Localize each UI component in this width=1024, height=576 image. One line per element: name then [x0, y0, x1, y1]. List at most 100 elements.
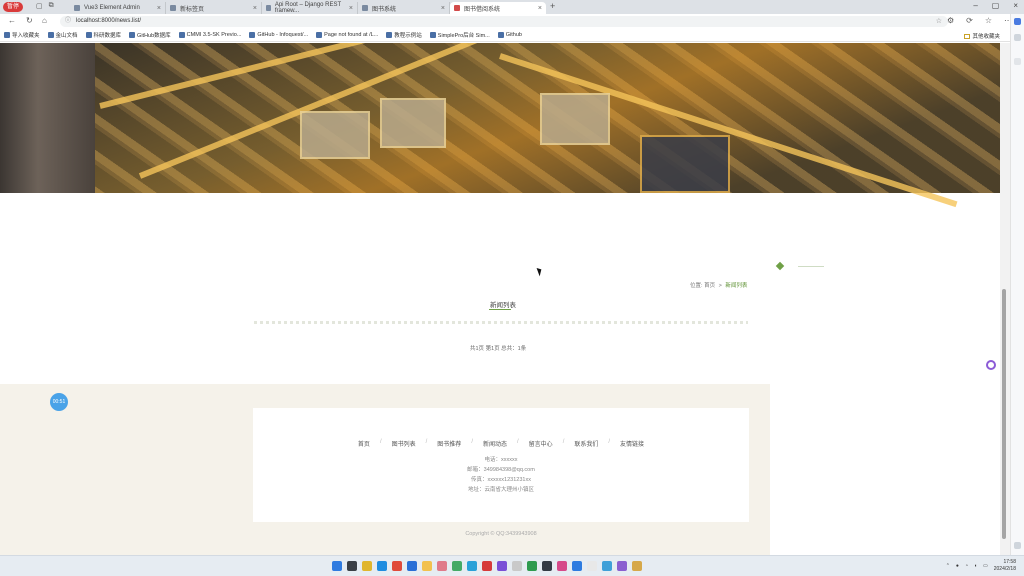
- file-explorer-icon[interactable]: [422, 561, 432, 571]
- tab-close-icon[interactable]: ×: [157, 5, 161, 12]
- browser-sidebar: [1010, 14, 1024, 555]
- navigation-bar: ← ↻ ⌂ ⓘ localhost:8000/news.list/ ☆ ⚙ ⟳ …: [0, 14, 1024, 29]
- new-tab-button[interactable]: +: [550, 1, 555, 11]
- timer-badge[interactable]: 00:51: [50, 393, 68, 411]
- terminal-icon[interactable]: [542, 561, 552, 571]
- bookmark-item[interactable]: Github: [497, 32, 522, 38]
- app-icon[interactable]: [437, 561, 447, 571]
- os-taskbar: ⌃ ● ◔ ◖ ▭ 17:58 2024/2/18: [0, 555, 1024, 576]
- app-icon[interactable]: [527, 561, 537, 571]
- footer-link-messages[interactable]: 留言中心: [519, 439, 563, 448]
- breadcrumb-home[interactable]: 首页: [704, 283, 715, 289]
- footer-link-books[interactable]: 图书列表: [382, 439, 426, 448]
- app-icon[interactable]: [632, 561, 642, 571]
- bookmark-item[interactable]: GitHub数据库: [129, 31, 171, 39]
- tab-book-system[interactable]: 图书系统 ×: [358, 2, 450, 14]
- address-bar[interactable]: ⓘ localhost:8000/news.list/ ☆: [60, 16, 948, 27]
- tab-book-lending-system[interactable]: 图书借阅系统 ×: [450, 2, 546, 14]
- taskbar-clock[interactable]: 17:58 2024/2/18: [994, 559, 1016, 573]
- bookmark-item[interactable]: CMMI 3.5-SK Previo...: [178, 32, 241, 38]
- banner-building: [540, 93, 610, 145]
- decor-line: [798, 266, 824, 267]
- tab-api-root[interactable]: Api Root – Django REST framew... ×: [262, 2, 358, 14]
- other-bookmarks[interactable]: 其他收藏夹: [964, 32, 1000, 40]
- bookmark-item[interactable]: 教程示例站: [386, 31, 422, 39]
- app-icon[interactable]: [482, 561, 492, 571]
- site-info-icon[interactable]: ⓘ: [65, 16, 71, 27]
- chrome-icon[interactable]: [392, 561, 402, 571]
- taskbar-apps: [332, 561, 642, 571]
- wifi-icon[interactable]: ◔: [965, 563, 968, 569]
- page-scrollbar[interactable]: [1000, 43, 1010, 555]
- extensions-icon[interactable]: ⚙: [947, 16, 954, 25]
- favorites-icon[interactable]: ☆: [985, 16, 992, 25]
- profile-button[interactable]: 暂停: [3, 2, 24, 12]
- scrollbar-thumb[interactable]: [1002, 289, 1006, 539]
- bookmark-item[interactable]: 科研数据库: [85, 31, 121, 39]
- chevron-up-icon[interactable]: ⌃: [946, 563, 950, 569]
- github-icon: [129, 32, 136, 38]
- footer-link-friends[interactable]: 友情链接: [610, 439, 654, 448]
- app-icon[interactable]: [467, 561, 477, 571]
- page-title: 新闻列表: [490, 302, 516, 309]
- bookmark-star-icon[interactable]: ☆: [936, 16, 942, 27]
- floating-assistant-icon[interactable]: [986, 360, 996, 370]
- back-icon[interactable]: ←: [8, 16, 16, 25]
- edge-icon[interactable]: [377, 561, 387, 571]
- tab-new-tab-page[interactable]: 新标签页 ×: [166, 2, 262, 14]
- footer-nav: 首页 / 图书列表 / 图书推荐 / 新闻动态 / 留言中心 / 联系我们 / 友情链接: [253, 439, 749, 448]
- footer-link-news[interactable]: 新闻动态: [473, 439, 517, 448]
- sidebar-settings-icon[interactable]: [1014, 542, 1021, 549]
- tab-close-icon[interactable]: ×: [441, 5, 445, 12]
- battery-icon[interactable]: ▭: [983, 563, 988, 569]
- bookmark-item[interactable]: GitHub - Infoquest/...: [249, 32, 308, 38]
- tab-close-icon[interactable]: ×: [253, 5, 257, 12]
- copilot-icon[interactable]: [1014, 18, 1021, 25]
- bookmark-item[interactable]: 导入收藏夹: [4, 31, 40, 39]
- app-icon[interactable]: [362, 561, 372, 571]
- sidebar-tool-icon[interactable]: [1014, 34, 1021, 41]
- bookmark-favicon-icon: [386, 32, 393, 38]
- footer-card: 首页 / 图书列表 / 图书推荐 / 新闻动态 / 留言中心 / 联系我们 / 友情链接 电…: [253, 408, 749, 522]
- footer-link-recommend[interactable]: 图书推荐: [427, 439, 471, 448]
- home-icon[interactable]: ⌂: [42, 16, 47, 25]
- footer-link-contact[interactable]: 联系我们: [564, 439, 608, 448]
- tab-vue-admin[interactable]: Vue3 Element Admin ×: [70, 2, 166, 14]
- bookmark-item[interactable]: 金山文档: [47, 31, 78, 39]
- app-icon[interactable]: [452, 561, 462, 571]
- vscode-icon[interactable]: [572, 561, 582, 571]
- tab-close-icon[interactable]: ×: [349, 5, 353, 12]
- tray-app-icon[interactable]: ●: [956, 563, 959, 569]
- folder-icon: [497, 32, 504, 38]
- footer-link-home[interactable]: 首页: [348, 439, 380, 448]
- mouse-cursor-icon: [536, 266, 544, 277]
- app-icon[interactable]: [512, 561, 522, 571]
- close-window-icon[interactable]: ×: [1013, 1, 1018, 10]
- web-page: 位置: 首页 > 新闻列表 新闻列表 共1页 第1页 总共：1条 首页 / 图书列…: [0, 43, 1000, 555]
- footer-fax: 传真：xxxxxx1231231xx: [471, 477, 531, 483]
- volume-icon[interactable]: ◖: [974, 563, 977, 569]
- task-view-icon[interactable]: [347, 561, 357, 571]
- tab-close-icon[interactable]: ×: [538, 5, 542, 12]
- app-icon[interactable]: [617, 561, 627, 571]
- bookmark-item[interactable]: SimplePro后台 Sim...: [429, 31, 490, 39]
- tab-actions-icon[interactable]: ⧉: [49, 2, 54, 10]
- tab-favicon-icon: [454, 5, 460, 11]
- app-icon[interactable]: [557, 561, 567, 571]
- app-icon[interactable]: [497, 561, 507, 571]
- tab-favicon-icon: [362, 5, 368, 11]
- app-icon[interactable]: [407, 561, 417, 571]
- app-icon[interactable]: [587, 561, 597, 571]
- app-icon[interactable]: [602, 561, 612, 571]
- refresh-page-icon[interactable]: ⟳: [966, 16, 973, 25]
- bookmark-item[interactable]: Page not found at /L...: [316, 32, 378, 38]
- workspaces-icon[interactable]: ▢: [36, 2, 43, 10]
- title-underline: [489, 309, 511, 310]
- start-menu-icon[interactable]: [332, 561, 342, 571]
- tab-title: Vue3 Element Admin: [84, 5, 140, 11]
- reload-icon[interactable]: ↻: [26, 16, 33, 25]
- folder-icon: [964, 33, 971, 39]
- add-sidebar-icon[interactable]: [1014, 58, 1021, 65]
- minimize-icon[interactable]: –: [973, 1, 977, 10]
- maximize-icon[interactable]: ▢: [992, 1, 1000, 10]
